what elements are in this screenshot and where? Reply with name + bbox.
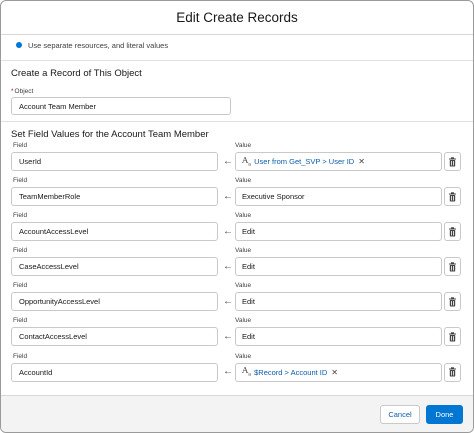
delete-row-button[interactable] [444,292,461,312]
field-label: Field [13,212,28,220]
modal-body: Use separate resources, and literal valu… [1,35,473,395]
field-input-value: CaseAccessLevel [19,262,79,272]
trash-icon [448,262,457,272]
done-button[interactable]: Done [426,404,463,424]
field-label: Field [13,317,28,325]
value-input[interactable]: Edit [235,222,442,242]
object-label-text: Object [14,88,34,95]
delete-row-button[interactable] [444,327,461,347]
left-arrow-icon: ← [223,155,233,167]
trash-icon [448,191,457,202]
edit-create-records-modal: Edit Create Records Use separate resourc… [0,0,474,433]
field-label: Field [13,247,28,255]
field-label: Field [13,177,28,185]
field-label: Field [13,142,28,149]
field-input-value: AccountAccessLevel [19,227,89,237]
section-title-create: Create a Record of This Object [11,68,142,79]
value-label: Value [235,212,252,220]
field-value-list: Field Value UserId ← Aa User from Get_SVP > U… [11,142,461,388]
field-value-row: Field Value OpportunityAccessLevel ← Edit [11,282,461,317]
field-label: Field [13,352,28,360]
divider [1,121,473,122]
cancel-button[interactable]: Cancel [380,404,420,424]
field-input-value: AccountId [19,367,53,377]
delete-row-button[interactable] [444,257,461,277]
object-input[interactable]: Account Team Member [11,97,231,115]
field-input-value: OpportunityAccessLevel [19,297,100,307]
value-label: Value [235,247,252,255]
field-value-row: Field Value TeamMemberRole ← Executive Spons… [11,177,461,212]
field-input[interactable]: OpportunityAccessLevel [11,292,218,312]
delete-row-button[interactable] [444,187,461,207]
field-value-row: Field Value AccountId ← Aa $Record > Account … [11,352,461,388]
field-value-row: Field Value AccountAccessLevel ← Edit [11,212,461,247]
value-input[interactable]: Edit [235,292,442,312]
left-arrow-icon: ← [223,366,233,378]
modal-header: Edit Create Records [1,1,473,35]
field-input[interactable]: TeamMemberRole [11,187,218,207]
value-text: Edit [242,297,255,307]
required-mark: * [11,88,14,95]
value-resource-text: $Record > Account ID [254,367,328,377]
modal-footer: Cancel Done [1,395,473,432]
trash-icon [448,332,457,342]
value-label: Value [235,177,252,185]
field-value-row: Field Value ContactAccessLevel ← Edit [11,317,461,352]
text-resource-icon: Aa [242,155,252,168]
object-label: *Object [11,88,459,96]
value-text: Executive Sponsor [242,192,305,202]
delete-row-button[interactable] [444,152,461,171]
value-text: Edit [242,332,255,342]
field-input[interactable]: AccountAccessLevel [11,222,218,242]
value-input[interactable]: Aa $Record > Account ID ✕ [235,362,442,382]
field-input[interactable]: AccountId [11,362,218,382]
object-input-value: Account Team Member [19,101,96,111]
field-value-row: Field Value CaseAccessLevel ← Edit [11,247,461,282]
left-arrow-icon: ← [223,225,233,237]
divider [1,60,473,61]
field-value-row: Field Value UserId ← Aa User from Get_SVP > U… [11,142,461,177]
left-arrow-icon: ← [223,295,233,307]
radio-option-separate-resources[interactable]: Use separate resources, and literal valu… [11,35,459,55]
text-resource-icon: Aa [242,366,252,378]
field-input[interactable]: CaseAccessLevel [11,257,218,277]
value-text: Edit [242,227,255,237]
field-input[interactable]: ContactAccessLevel [11,327,218,347]
trash-icon [448,156,457,167]
radio-selected-icon[interactable] [16,42,22,48]
value-input[interactable]: Aa User from Get_SVP > User ID ✕ [235,152,442,171]
value-text: Edit [242,262,255,272]
close-icon[interactable]: ✕ [358,157,365,166]
modal-title: Edit Create Records [176,10,298,25]
left-arrow-icon: ← [223,190,233,202]
left-arrow-icon: ← [223,330,233,342]
value-label: Value [235,142,252,149]
value-resource-text: User from Get_SVP > User ID [254,157,355,166]
section-title-fields: Set Field Values for the Account Team Me… [11,129,209,140]
value-input[interactable]: Edit [235,327,442,347]
value-input[interactable]: Executive Sponsor [235,187,442,207]
value-label: Value [235,352,252,360]
trash-icon [448,297,457,307]
field-input-value: ContactAccessLevel [19,332,87,342]
delete-row-button[interactable] [444,362,461,382]
field-input-value: UserId [19,157,42,166]
delete-row-button[interactable] [444,222,461,242]
value-label: Value [235,317,252,325]
value-label: Value [235,282,252,290]
trash-icon [448,226,457,237]
trash-icon [448,367,457,377]
field-input-value: TeamMemberRole [19,192,81,202]
left-arrow-icon: ← [223,260,233,272]
close-icon[interactable]: ✕ [331,368,338,377]
value-input[interactable]: Edit [235,257,442,277]
radio-option-label: Use separate resources, and literal valu… [28,40,169,50]
field-input[interactable]: UserId [11,152,218,171]
field-label: Field [13,282,28,290]
